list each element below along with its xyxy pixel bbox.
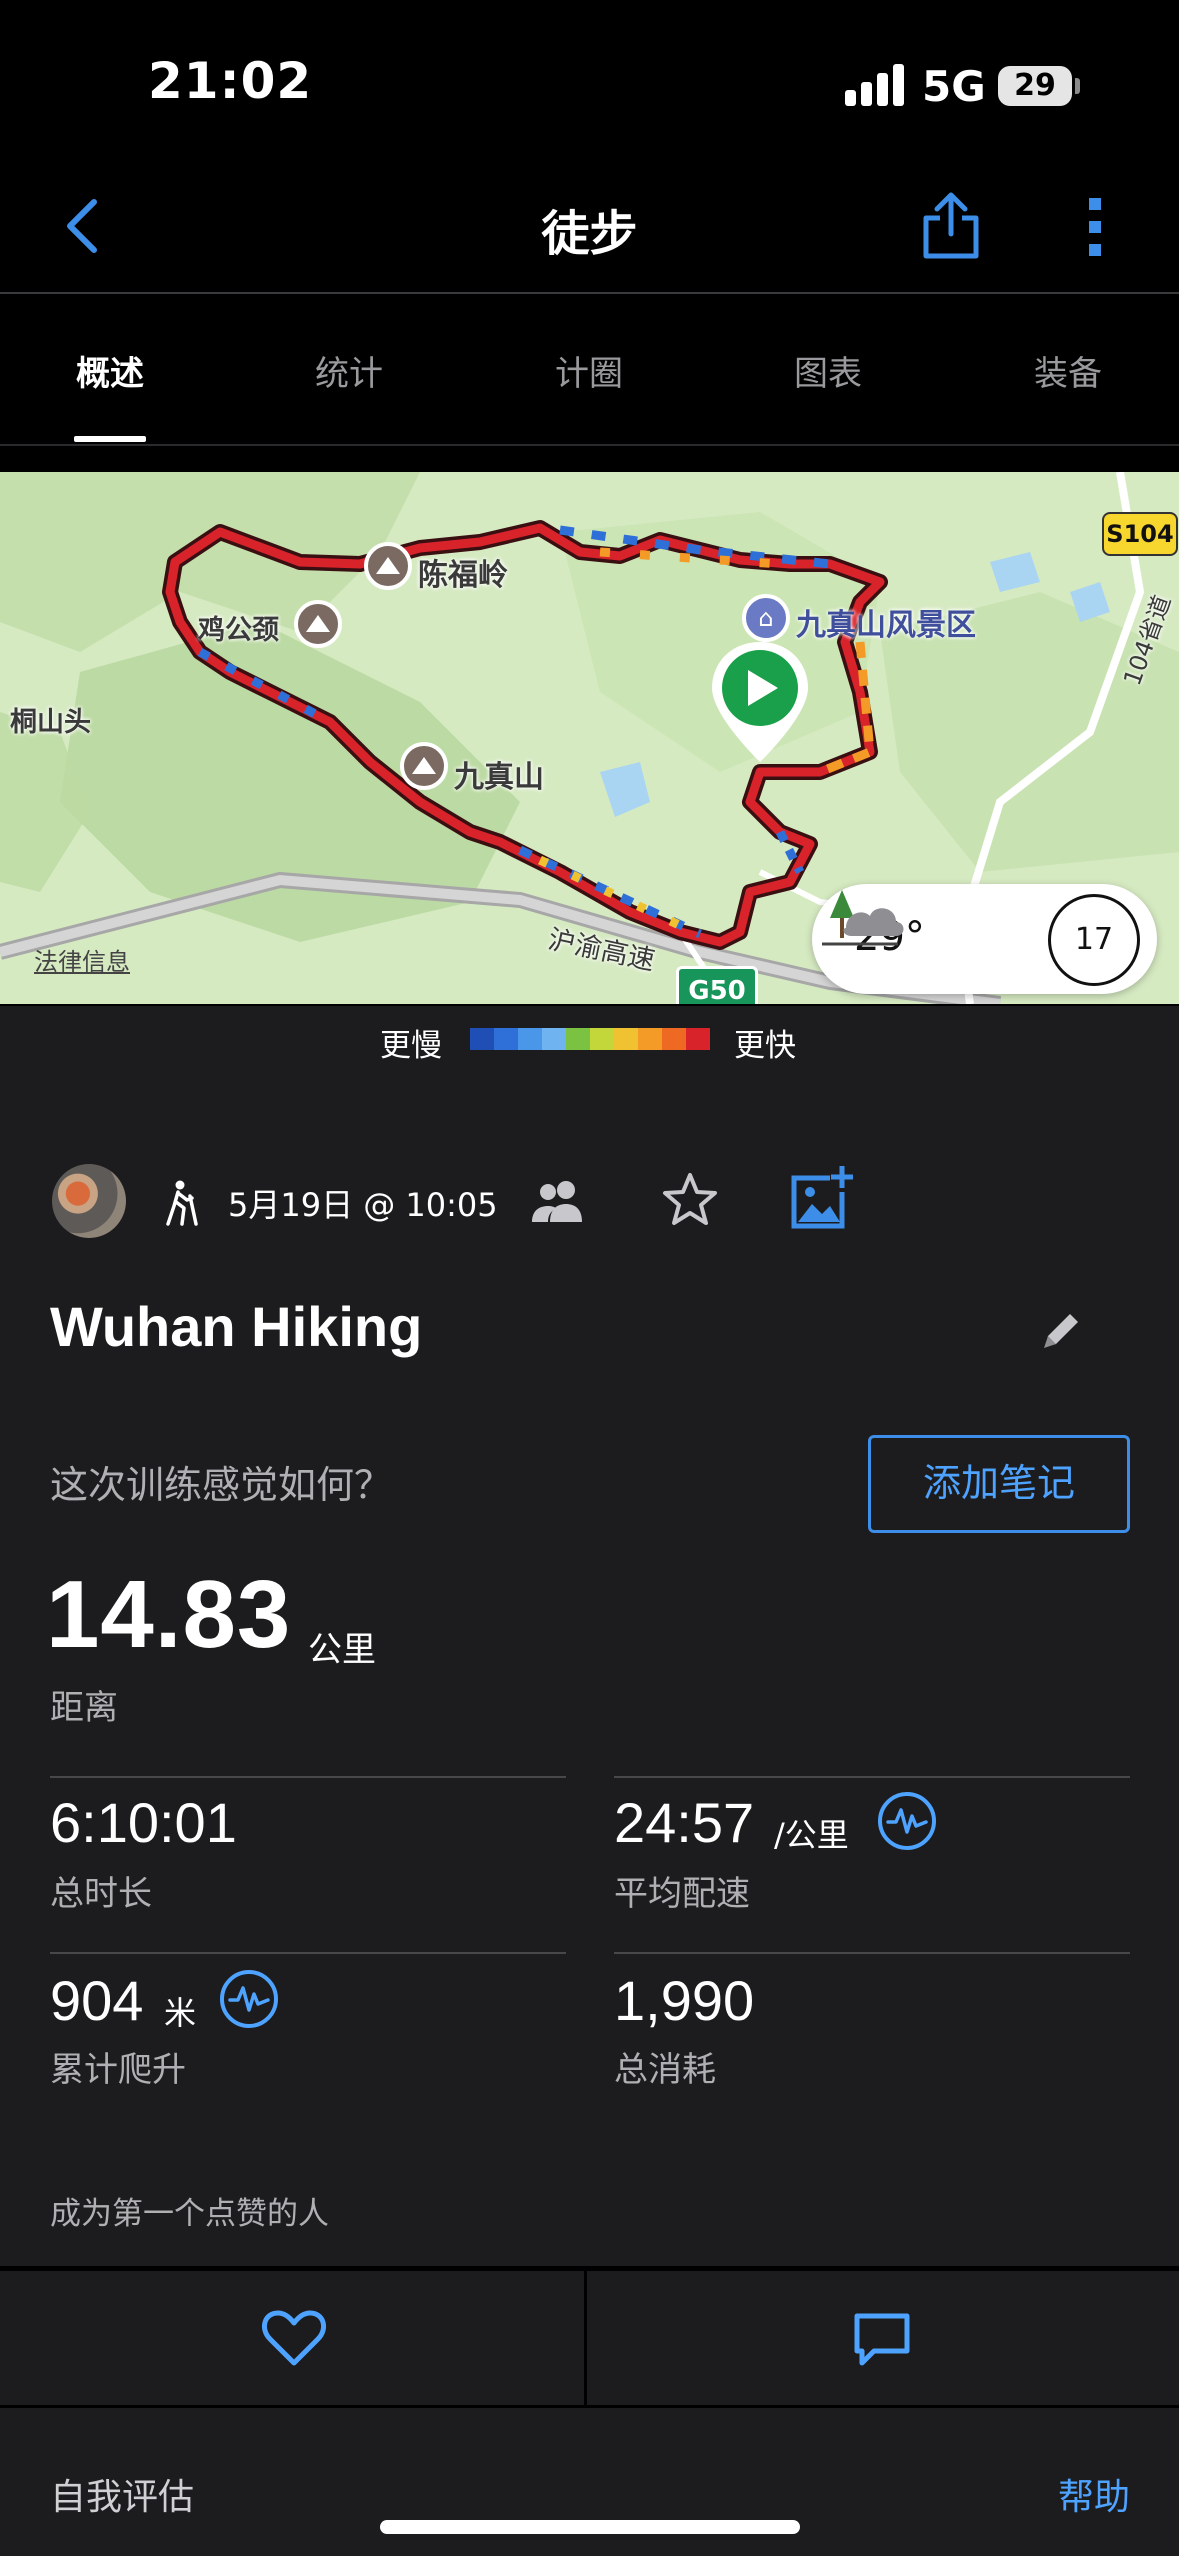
heart-icon <box>261 2310 327 2366</box>
distance-value: 14.83 <box>46 1561 292 1668</box>
road-badge-s104: S104 <box>1102 512 1178 556</box>
map-label-chenfuling: 陈福岭 <box>418 558 508 593</box>
add-note-button[interactable]: 添加笔记 <box>868 1435 1130 1533</box>
divider <box>50 1952 566 1954</box>
avatar[interactable] <box>52 1164 126 1238</box>
cloud-with-tree-icon <box>822 890 904 946</box>
comment-icon <box>854 2313 910 2366</box>
activity-meta-row: 5月19日 @ 10:05 <box>0 1164 1179 1244</box>
duration-value: 6:10:01 <box>50 1791 237 1854</box>
tab-laps[interactable]: 计圈 <box>499 346 679 395</box>
pace-gradient-bar <box>470 1028 710 1050</box>
activity-date: 5月19日 @ 10:05 <box>228 1186 498 1224</box>
scenic-area-icon: ⌂ <box>742 594 790 642</box>
tab-overview[interactable]: 概述 <box>20 346 200 395</box>
tab-gear[interactable]: 装备 <box>978 346 1158 395</box>
network-type: 5G <box>922 62 986 111</box>
self-evaluation-section: 自我评估 帮助 <box>0 2408 1179 2556</box>
calories-label: 总消耗 <box>614 2050 716 2090</box>
highway-badge-g50: G50 <box>676 966 758 1004</box>
performance-icon[interactable] <box>220 1970 278 2028</box>
tab-bar: 概述 统计 计圈 图表 装备 <box>0 296 1179 446</box>
home-indicator[interactable] <box>380 2520 800 2534</box>
self-evaluation-title: 自我评估 <box>50 2477 195 2518</box>
activity-title: Wuhan Hiking <box>50 1295 423 1358</box>
mountain-icon <box>400 742 448 790</box>
wind-speed-indicator: 17 <box>1048 894 1140 986</box>
ascent-value: 904 <box>50 1969 144 2032</box>
status-bar: 21:02 5G 29 <box>0 0 1179 160</box>
likes-prompt: 成为第一个点赞的人 <box>50 2196 329 2232</box>
pace-color-swatch <box>518 1028 542 1050</box>
pace-color-swatch <box>686 1028 710 1050</box>
weather-widget[interactable]: 29° 17 <box>812 884 1157 994</box>
pace-color-swatch <box>470 1028 494 1050</box>
pace-color-swatch <box>494 1028 518 1050</box>
star-icon[interactable] <box>660 1170 720 1230</box>
divider <box>50 1776 566 1778</box>
pace-unit: /公里 <box>774 1816 849 1854</box>
map-label-tongshantou: 桐山头 <box>10 707 91 738</box>
ascent-unit: 米 <box>164 1994 197 2032</box>
page-title: 徒步 <box>541 206 638 262</box>
pace-label: 平均配速 <box>614 1874 750 1914</box>
pace-legend: 更慢 更快 <box>0 1006 1179 1076</box>
map-label-scenic-area: 九真山风景区 <box>796 608 976 643</box>
comment-button[interactable] <box>590 2271 1179 2405</box>
distance-unit: 公里 <box>308 1630 376 1670</box>
battery-icon: 29 <box>998 66 1072 106</box>
pace-color-swatch <box>662 1028 686 1050</box>
like-button[interactable] <box>0 2271 587 2405</box>
route-map[interactable]: S104 陈福岭 鸡公颈 桐山头 九真山 ⌂ 九真山风景区 沪渝高速 104省道… <box>0 472 1179 1004</box>
add-photo-icon[interactable] <box>790 1164 854 1230</box>
battery-tip <box>1075 78 1080 94</box>
pace-color-swatch <box>638 1028 662 1050</box>
pace-value: 24:57 <box>614 1791 755 1854</box>
signal-icon <box>845 64 907 106</box>
legend-slower-label: 更慢 <box>380 1028 442 1064</box>
active-tab-indicator <box>74 436 146 442</box>
divider <box>614 1776 1130 1778</box>
duration-label: 总时长 <box>50 1874 152 1914</box>
pace-color-swatch <box>542 1028 566 1050</box>
divider <box>614 1952 1130 1954</box>
feeling-prompt: 这次训练感觉如何？ <box>50 1463 393 1507</box>
pace-color-swatch <box>614 1028 638 1050</box>
pace-color-swatch <box>590 1028 614 1050</box>
legal-info-link[interactable]: 法律信息 <box>34 942 130 977</box>
share-icon[interactable] <box>920 190 982 260</box>
pace-color-swatch <box>566 1028 590 1050</box>
ascent-label: 累计爬升 <box>50 2050 186 2090</box>
hiking-icon <box>166 1180 198 1226</box>
social-action-bar <box>0 2268 1179 2408</box>
mountain-icon <box>364 542 412 590</box>
legend-faster-label: 更快 <box>734 1028 796 1064</box>
status-time: 21:02 <box>148 52 313 110</box>
nav-bar: 徒步 <box>0 160 1179 294</box>
map-label-jigongjing: 鸡公颈 <box>198 615 279 646</box>
activity-summary: 5月19日 @ 10:05 Wuhan Hiking 这次训练感觉如何？ 添加笔… <box>0 1076 1179 2266</box>
performance-icon[interactable] <box>878 1792 936 1850</box>
edit-icon[interactable] <box>1040 1308 1084 1352</box>
distance-label: 距离 <box>50 1688 118 1728</box>
people-icon[interactable] <box>530 1178 586 1224</box>
more-icon[interactable] <box>1080 196 1110 258</box>
tab-charts[interactable]: 图表 <box>738 346 918 395</box>
help-link[interactable]: 帮助 <box>1058 2468 1130 2520</box>
map-label-jiuzhenshan: 九真山 <box>454 760 544 795</box>
tab-stats[interactable]: 统计 <box>259 346 439 395</box>
mountain-icon <box>294 600 342 648</box>
calories-value: 1,990 <box>614 1969 755 2032</box>
